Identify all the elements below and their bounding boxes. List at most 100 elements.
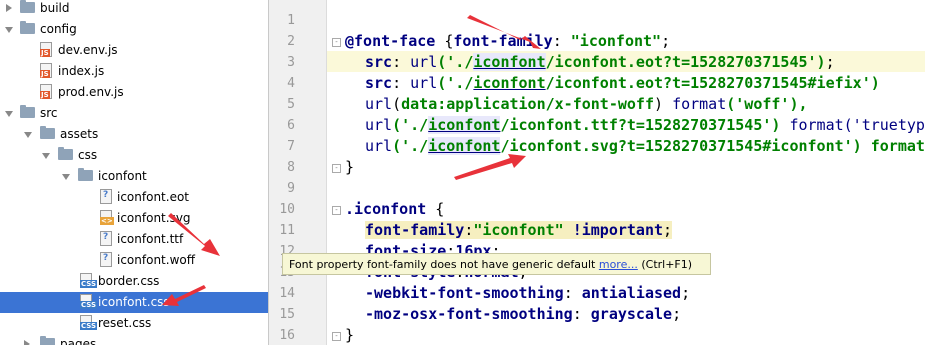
code-token: ('./ [437,74,474,92]
code-token: src [365,53,393,71]
code-token: /iconfont.eot?t=1528270371545') [545,53,826,71]
code-token: format('truetype'), [789,116,925,134]
code-line-3: src: url('./iconfont/iconfont.eot?t=1528… [365,53,835,71]
expanded-arrow-icon[interactable] [62,174,70,180]
tree-item-css[interactable]: css [0,145,268,166]
tree-item-label: iconfont.svg [117,211,191,225]
code-token: iconfont [473,53,546,71]
svg-file-icon: <> [100,210,114,225]
css-file-icon: CSS [80,294,98,309]
code-token: -webkit-font-smoothing [365,284,564,302]
tree-item-iconfont-woff[interactable]: ? iconfont.woff [0,250,268,271]
line-number: 4 [287,76,295,91]
code-token: font-family [365,221,465,239]
code-token: : [392,53,411,71]
line-number: 15 [279,307,295,322]
line-number: 7 [287,139,295,154]
code-token: url [410,74,438,92]
at-rule: @font-face [345,32,436,50]
unknown-file-icon: ? [100,231,112,246]
tree-item-iconfont-ttf[interactable]: ? iconfont.ttf [0,229,268,250]
code-editor[interactable]: 1 2 3 4 5 6 7 8 9 10 11 12 13 14 15 16 -… [268,0,925,345]
code-token: "iconfont" [473,221,564,239]
tree-item-label: iconfont.eot [117,190,189,204]
code-token: antialiased [581,284,682,302]
collapsed-arrow-icon[interactable] [6,4,12,12]
more-link[interactable]: more... [599,258,638,271]
tree-item-iconfont-eot[interactable]: ? iconfont.eot [0,187,268,208]
code-token: ('woff'), [726,95,808,113]
tree-item-iconfont-svg[interactable]: <> iconfont.svg [0,208,268,229]
code-line-7: url('./iconfont/iconfont.svg?t=152827037… [365,137,925,155]
line-number: 1 [287,13,295,28]
code-line-10: .iconfont { [345,200,444,218]
line-number: 8 [287,160,295,175]
folder-icon [20,21,35,34]
folder-icon [40,336,55,345]
code-token: /iconfont.eot?t=1528270371545#iefix') [545,74,880,92]
tree-item-label: src [40,106,58,120]
code-token: ( [392,95,402,113]
tree-item-pages[interactable]: pages [0,334,268,345]
line-number: 16 [279,328,295,343]
line-number: 5 [287,97,295,112]
code-token: font-family [453,32,553,50]
tooltip-text: Font property font-family does not have … [289,258,599,271]
code-token: url [365,95,393,113]
code-token: ('./ [392,116,429,134]
code-token: url [410,53,438,71]
tree-item-prod-env-js[interactable]: JS prod.env.js [0,82,268,103]
code-token: format [672,95,727,113]
code-token: ; [672,305,682,323]
tree-item-label: index.js [58,64,105,78]
tree-item-label: prod.env.js [58,85,124,99]
expanded-arrow-icon[interactable] [24,132,32,138]
fold-marker-icon[interactable]: - [332,332,341,341]
expanded-arrow-icon[interactable] [5,111,13,117]
tree-item-label: pages [60,337,97,345]
folder-icon [78,168,93,181]
fold-marker-icon[interactable]: - [332,38,341,47]
tree-item-src[interactable]: src [0,103,268,124]
tooltip-shortcut: (Ctrl+F1) [637,258,693,271]
expanded-arrow-icon[interactable] [5,27,13,33]
tree-item-reset-css[interactable]: CSS reset.css [0,313,268,334]
code-token: ; [825,53,835,71]
code-token: grayscale [590,305,673,323]
tree-item-label: iconfont.woff [117,253,195,267]
line-number: 9 [287,181,295,196]
folder-icon [40,126,55,139]
tree-item-label: config [40,22,77,36]
code-token: !important [563,221,664,239]
code-token: ; [663,221,673,239]
code-line-8: } [345,158,354,176]
code-token: ('./ [437,53,474,71]
tree-item-config[interactable]: config [0,19,268,40]
expanded-arrow-icon[interactable] [42,153,50,159]
tree-item-iconfont-folder[interactable]: iconfont [0,166,268,187]
code-token: ('./ [392,137,429,155]
tree-item-label: build [40,1,70,15]
code-line-15: -moz-osx-font-smoothing: grayscale; [365,305,681,323]
tree-item-dev-env-js[interactable]: JS dev.env.js [0,40,268,61]
collapsed-arrow-icon[interactable] [24,340,30,345]
line-number: 11 [279,223,295,238]
tree-item-build[interactable]: build [0,0,268,19]
css-file-icon: CSS [80,315,98,330]
code-token: ; [681,284,691,302]
code-token: url [365,116,393,134]
code-token: data:application/x-font-woff [401,95,654,113]
code-line-6: url('./iconfont/iconfont.ttf?t=152827037… [365,116,925,134]
fold-marker-icon[interactable]: - [332,206,341,215]
tree-item-assets[interactable]: assets [0,124,268,145]
code-token: { [435,32,454,50]
tree-item-label: border.css [98,274,160,288]
line-number: 2 [287,34,295,49]
line-number: 10 [279,202,295,217]
fold-marker-icon[interactable]: - [332,164,341,173]
tree-item-border-css[interactable]: CSS border.css [0,271,268,292]
code-token: .iconfont [345,200,427,218]
tree-item-index-js[interactable]: JS index.js [0,61,268,82]
folder-icon [20,105,35,118]
tree-item-iconfont-css[interactable]: CSS iconfont.css [0,292,268,313]
